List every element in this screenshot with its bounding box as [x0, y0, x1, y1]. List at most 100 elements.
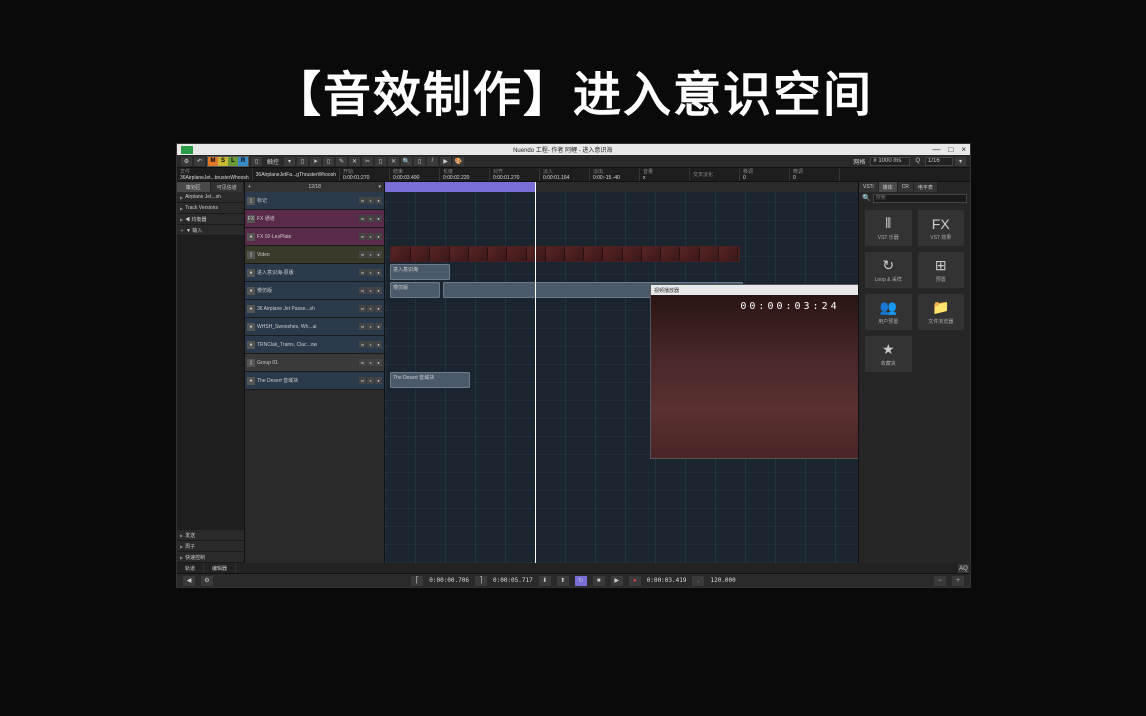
- cycle-button[interactable]: ↻: [575, 576, 587, 586]
- track-mute-button[interactable]: m: [359, 251, 366, 258]
- toolbar-more-button[interactable]: ▾: [955, 157, 966, 166]
- tool-line[interactable]: /: [427, 157, 438, 166]
- lower-tab-track[interactable]: 轨道: [177, 563, 204, 573]
- automation-button[interactable]: ▯: [251, 157, 262, 166]
- media-tile[interactable]: ⊞预置: [918, 252, 965, 288]
- inspector-tab-2[interactable]: 可见信道: [211, 182, 245, 192]
- track-solo-button[interactable]: s: [367, 251, 374, 258]
- timeline-ruler[interactable]: [385, 182, 858, 192]
- punch-in-button[interactable]: ⬇: [539, 576, 551, 586]
- tool-warp[interactable]: ▯: [414, 157, 425, 166]
- tool-arrow[interactable]: ➤: [310, 157, 321, 166]
- media-tile[interactable]: 📁文件浏览器: [918, 294, 965, 330]
- track-rec-button[interactable]: ●: [375, 233, 382, 240]
- track-row[interactable]: ●TRNClak_Trains, Clac...owms●: [245, 336, 384, 354]
- media-search-input[interactable]: [873, 194, 967, 203]
- playhead-cursor[interactable]: [535, 182, 536, 563]
- tool-split[interactable]: ✂: [362, 157, 373, 166]
- primary-time-display[interactable]: 0:00:03.419: [647, 577, 687, 584]
- track-row[interactable]: ▯Videoms●: [245, 246, 384, 264]
- locator-left-button[interactable]: ⎡: [411, 576, 423, 586]
- mute-button[interactable]: M: [208, 157, 218, 166]
- timeline-editor[interactable]: 进入意识海慢仿版The Desert 音域块 视频播放器 00:00:03:24…: [385, 182, 858, 563]
- track-rec-button[interactable]: ●: [375, 305, 382, 312]
- track-solo-button[interactable]: s: [367, 377, 374, 384]
- track-rec-button[interactable]: ●: [375, 215, 382, 222]
- inspector-bottom-item[interactable]: 发送: [177, 530, 244, 541]
- track-solo-button[interactable]: s: [367, 215, 374, 222]
- read-button[interactable]: R: [238, 157, 248, 166]
- track-mute-button[interactable]: m: [359, 197, 366, 204]
- media-tile[interactable]: ⫴VST 乐器: [865, 210, 912, 246]
- track-mute-button[interactable]: m: [359, 377, 366, 384]
- solo-button[interactable]: S: [218, 157, 228, 166]
- track-rec-button[interactable]: ●: [375, 359, 382, 366]
- rack-tab-media[interactable]: 媒体: [879, 182, 898, 192]
- track-mute-button[interactable]: m: [359, 215, 366, 222]
- track-rec-button[interactable]: ●: [375, 251, 382, 258]
- tool-erase[interactable]: ✕: [349, 157, 360, 166]
- tool-mute[interactable]: ✕: [388, 157, 399, 166]
- play-button[interactable]: ▶: [611, 576, 623, 586]
- rack-tab-cr[interactable]: CR: [898, 182, 914, 192]
- track-solo-button[interactable]: s: [367, 305, 374, 312]
- add-track-button[interactable]: +: [248, 184, 251, 190]
- track-solo-button[interactable]: s: [367, 197, 374, 204]
- inspector-item-input[interactable]: ▼ 输入: [177, 225, 244, 236]
- track-mute-button[interactable]: m: [359, 323, 366, 330]
- transport-config-button[interactable]: ⚙: [201, 576, 213, 586]
- track-row[interactable]: ●FX 02-LexPlatems●: [245, 228, 384, 246]
- tempo-display[interactable]: 120.000: [710, 577, 735, 584]
- inspector-item[interactable]: Airplane Jet...sh: [177, 192, 244, 203]
- window-close-button[interactable]: ×: [961, 145, 966, 154]
- track-solo-button[interactable]: s: [367, 287, 374, 294]
- track-rec-button[interactable]: ●: [375, 341, 382, 348]
- track-rec-button[interactable]: ●: [375, 377, 382, 384]
- inspector-item[interactable]: ◀ 均衡器: [177, 214, 244, 225]
- rack-tab-meter[interactable]: 电平表: [914, 182, 938, 192]
- zoom-in-button[interactable]: +: [952, 576, 964, 586]
- window-minimize-button[interactable]: —: [932, 145, 940, 154]
- stop-button[interactable]: ■: [593, 576, 605, 586]
- tool-pointer[interactable]: ▯: [297, 157, 308, 166]
- track-mute-button[interactable]: m: [359, 341, 366, 348]
- track-row[interactable]: ●慢仿版ms●: [245, 282, 384, 300]
- tool-play[interactable]: ▶: [440, 157, 451, 166]
- inspector-item[interactable]: Track Versions: [177, 203, 244, 214]
- media-tile[interactable]: ↻Loop & 采样: [865, 252, 912, 288]
- undo-button[interactable]: ↶: [194, 157, 205, 166]
- aq-button[interactable]: AQ: [958, 564, 969, 573]
- grid-value-input[interactable]: [870, 157, 910, 166]
- transport-prev-button[interactable]: ◀: [183, 576, 195, 586]
- inspector-bottom-item[interactable]: 周子: [177, 541, 244, 552]
- track-row[interactable]: ●进入意识海-原版ms●: [245, 264, 384, 282]
- zoom-out-button[interactable]: −: [934, 576, 946, 586]
- ruler-selection[interactable]: [385, 182, 535, 192]
- left-locator-time[interactable]: 0:00:00.706: [429, 577, 469, 584]
- touch-dropdown[interactable]: ▾: [284, 157, 295, 166]
- time-format-button[interactable]: .: [692, 576, 704, 586]
- window-maximize-button[interactable]: □: [948, 145, 953, 154]
- track-mute-button[interactable]: m: [359, 305, 366, 312]
- track-row[interactable]: FXFX 通道ms●: [245, 210, 384, 228]
- timeline-clip[interactable]: [390, 246, 740, 262]
- tool-draw[interactable]: ✎: [336, 157, 347, 166]
- inspector-bottom-item[interactable]: 快速控制: [177, 552, 244, 563]
- track-solo-button[interactable]: s: [367, 359, 374, 366]
- track-rec-button[interactable]: ●: [375, 287, 382, 294]
- inspector-tab-1[interactable]: 策划区: [177, 182, 211, 192]
- media-tile[interactable]: 👥用户预置: [865, 294, 912, 330]
- track-solo-button[interactable]: s: [367, 233, 374, 240]
- tool-zoom[interactable]: 🔍: [401, 157, 412, 166]
- tool-range[interactable]: ▯: [323, 157, 334, 166]
- track-row[interactable]: ▯标记ms●: [245, 192, 384, 210]
- track-mute-button[interactable]: m: [359, 233, 366, 240]
- media-tile[interactable]: ★收藏夹: [865, 336, 912, 372]
- track-mute-button[interactable]: m: [359, 359, 366, 366]
- track-rec-button[interactable]: ●: [375, 323, 382, 330]
- locator-right-button[interactable]: ⎤: [475, 576, 487, 586]
- track-solo-button[interactable]: s: [367, 269, 374, 276]
- video-player-window[interactable]: 视频播放器 00:00:03:24 腾讯视频 WE: [650, 284, 858, 459]
- track-solo-button[interactable]: s: [367, 323, 374, 330]
- rack-tab-vsti[interactable]: VSTi: [859, 182, 879, 192]
